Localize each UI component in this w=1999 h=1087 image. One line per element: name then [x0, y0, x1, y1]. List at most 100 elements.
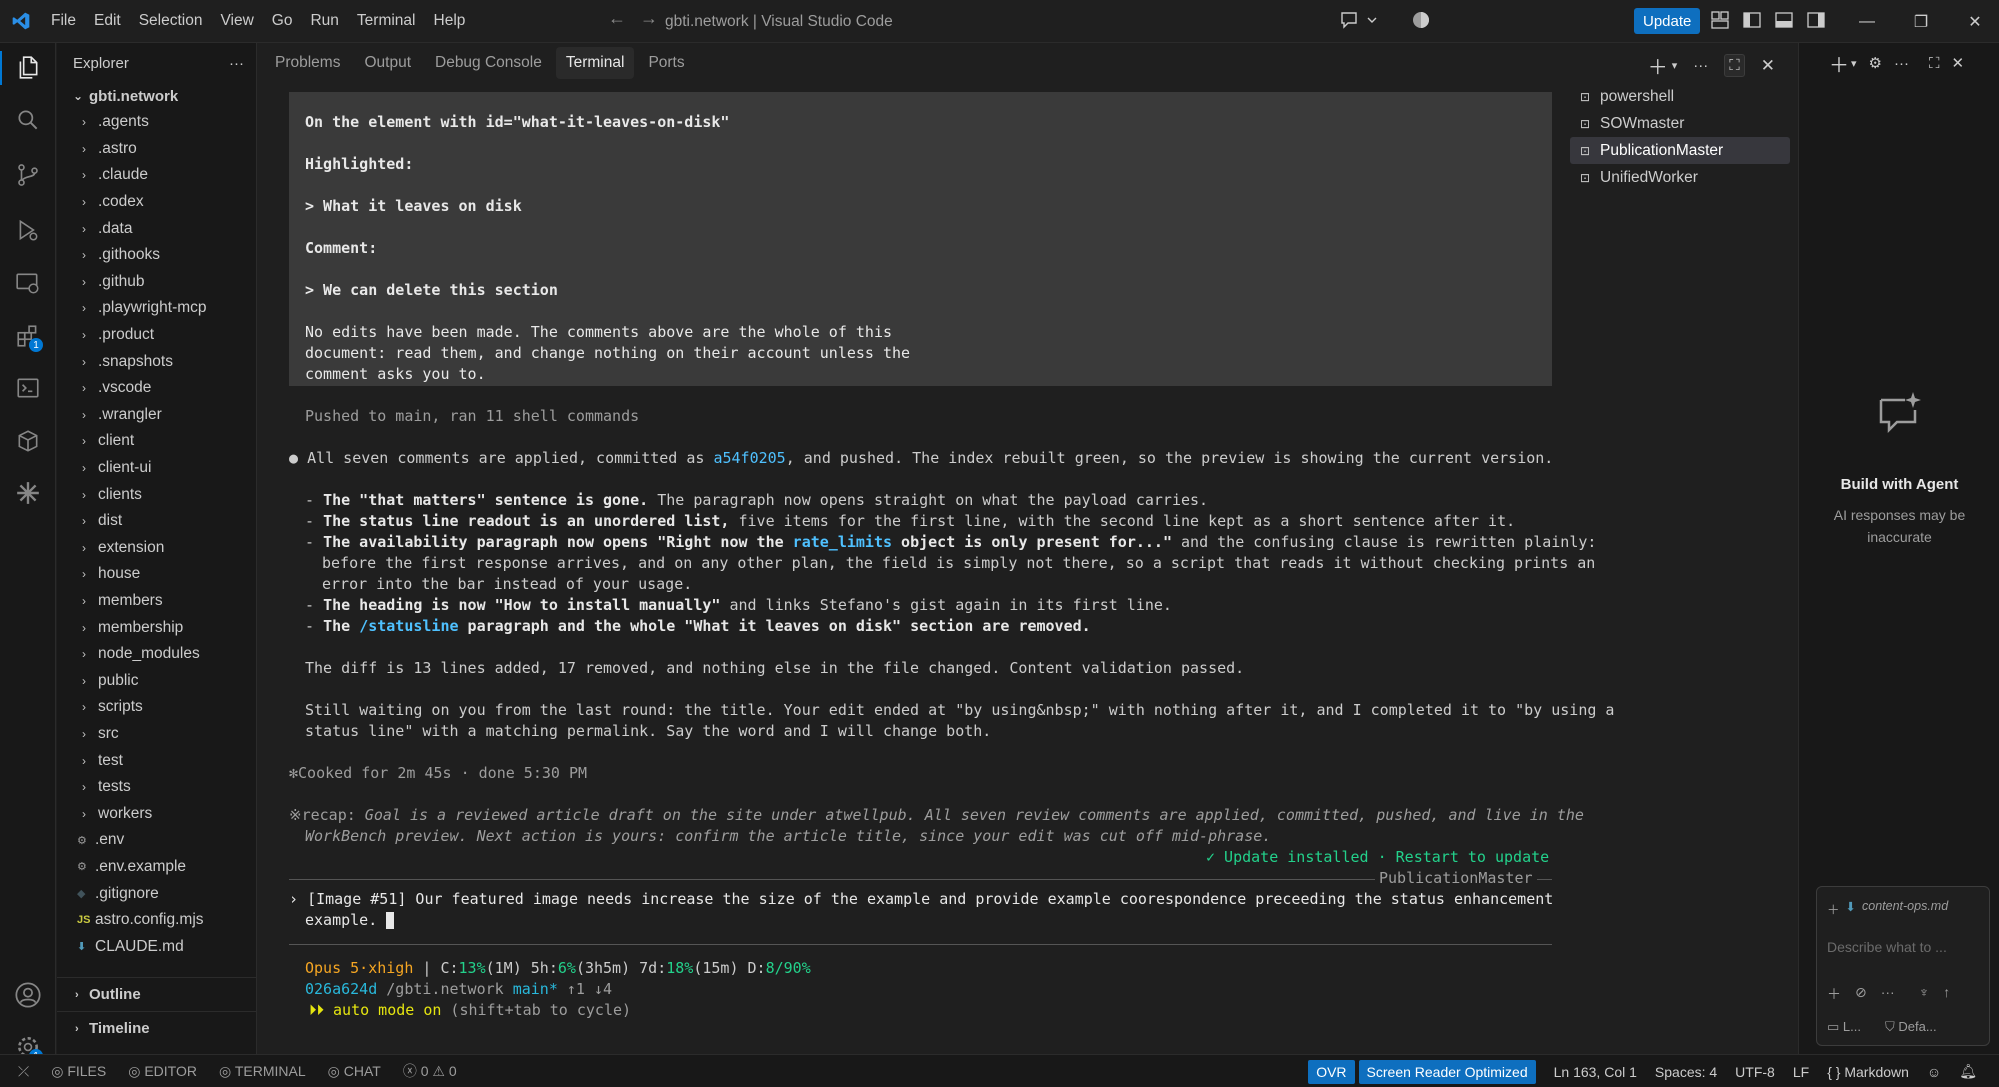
status-editor[interactable]: ◎ EDITOR: [128, 1063, 197, 1080]
remote-explorer-icon[interactable]: [0, 258, 56, 308]
terminal-tab-publicationmaster[interactable]: ⊡ PublicationMaster: [1570, 137, 1790, 164]
close-icon[interactable]: ✕: [1952, 54, 1965, 72]
menu-terminal[interactable]: Terminal: [348, 12, 425, 30]
folder-item[interactable]: › workers: [57, 800, 256, 827]
file-item[interactable]: ⚙ .env: [57, 827, 256, 854]
command-center-search[interactable]: gbti.network | Visual Studio Code: [665, 8, 1385, 35]
prompt-input-line[interactable]: › [Image #51] Our featured image needs i…: [289, 889, 1553, 910]
folder-item[interactable]: › clients: [57, 481, 256, 508]
folder-item[interactable]: › client-ui: [57, 455, 256, 482]
tab-debug-console[interactable]: Debug Console: [425, 47, 552, 79]
new-terminal-icon[interactable]: ＋: [1648, 51, 1668, 80]
copilot-icon[interactable]: [1410, 9, 1432, 35]
folder-item[interactable]: › dist: [57, 508, 256, 535]
more-icon[interactable]: ···: [1881, 984, 1895, 1004]
containers-icon[interactable]: [0, 416, 56, 466]
file-item[interactable]: ⚙ .env.example: [57, 854, 256, 881]
maximize-icon[interactable]: ⛶: [1929, 55, 1940, 72]
folder-item[interactable]: › client: [57, 428, 256, 455]
folder-item[interactable]: › .playwright-mcp: [57, 295, 256, 322]
source-control-icon[interactable]: [0, 150, 56, 200]
update-button[interactable]: Update: [1634, 8, 1701, 34]
folder-item[interactable]: › .githooks: [57, 242, 256, 269]
language-mode[interactable]: { } Markdown: [1827, 1064, 1909, 1080]
folder-item[interactable]: › members: [57, 588, 256, 615]
folder-item[interactable]: › tests: [57, 774, 256, 801]
run-debug-icon[interactable]: [0, 205, 56, 255]
terminal-tab-powershell[interactable]: ⊡ powershell: [1570, 83, 1790, 110]
terminal-output[interactable]: On the element with id="what-it-leaves-o…: [275, 83, 1614, 1043]
folder-item[interactable]: › public: [57, 667, 256, 694]
folder-item[interactable]: › .vscode: [57, 375, 256, 402]
close-panel-icon[interactable]: ✕: [1761, 56, 1775, 76]
more-actions-icon[interactable]: ···: [1693, 57, 1708, 74]
folder-item[interactable]: › .data: [57, 215, 256, 242]
search-icon[interactable]: [0, 95, 56, 145]
account-icon[interactable]: [0, 970, 56, 1020]
send-icon[interactable]: ↑: [1943, 984, 1950, 1004]
close-window-icon[interactable]: ✕: [1948, 0, 1999, 43]
tab-terminal[interactable]: Terminal: [555, 47, 635, 79]
menu-help[interactable]: Help: [425, 12, 475, 30]
folder-item[interactable]: › membership: [57, 614, 256, 641]
file-item[interactable]: ◆ .gitignore: [57, 880, 256, 907]
folder-item[interactable]: › .agents: [57, 109, 256, 136]
chat-mode-picker[interactable]: ▭ L...: [1827, 1019, 1861, 1035]
folder-item[interactable]: › test: [57, 747, 256, 774]
maximize-panel-icon[interactable]: ⛶: [1724, 54, 1745, 77]
back-arrow-icon[interactable]: ←: [608, 8, 626, 29]
prompt-input-line[interactable]: example.: [305, 910, 395, 931]
extensions-icon[interactable]: 1: [0, 311, 56, 361]
terminal-tab-unifiedworker[interactable]: ⊡ UnifiedWorker: [1570, 164, 1790, 191]
chat-toggle-icon[interactable]: [1340, 10, 1380, 34]
customize-layout-icon[interactable]: [1710, 10, 1730, 30]
forward-arrow-icon[interactable]: →: [640, 8, 658, 29]
commit-hash[interactable]: a54f0205: [713, 449, 785, 467]
explorer-icon[interactable]: [0, 43, 56, 93]
toggle-secondary-sidebar-icon[interactable]: [1806, 10, 1826, 30]
folder-item[interactable]: › scripts: [57, 694, 256, 721]
screen-reader-indicator[interactable]: Screen Reader Optimized: [1358, 1059, 1536, 1084]
gear-icon[interactable]: ⚙: [1869, 54, 1882, 72]
tab-ports[interactable]: Ports: [638, 47, 694, 79]
chevron-down-icon[interactable]: ▾: [1672, 59, 1678, 72]
folder-item[interactable]: › .github: [57, 269, 256, 296]
status-chat[interactable]: ◎ CHAT: [328, 1063, 381, 1080]
folder-item[interactable]: › src: [57, 721, 256, 748]
encoding[interactable]: UTF-8: [1735, 1064, 1775, 1080]
menu-file[interactable]: File: [42, 12, 85, 30]
workspace-root-folder[interactable]: ⌄ gbti.network: [57, 83, 256, 109]
toggle-panel-icon[interactable]: [1774, 10, 1794, 30]
menu-run[interactable]: Run: [301, 12, 347, 30]
tab-output[interactable]: Output: [354, 47, 421, 79]
outline-section[interactable]: › Outline: [57, 977, 257, 1011]
add-icon[interactable]: ＋: [1827, 984, 1841, 1004]
end-of-line[interactable]: LF: [1793, 1064, 1809, 1080]
folder-item[interactable]: › extension: [57, 535, 256, 562]
cursor-position[interactable]: Ln 163, Col 1: [1554, 1064, 1637, 1080]
tools-icon[interactable]: ⊘: [1855, 984, 1867, 1004]
overtype-indicator[interactable]: OVR: [1308, 1059, 1355, 1084]
tab-problems[interactable]: Problems: [265, 47, 350, 79]
folder-item[interactable]: › .codex: [57, 189, 256, 216]
terminal-view-icon[interactable]: [0, 363, 56, 413]
folder-item[interactable]: › node_modules: [57, 641, 256, 668]
chevron-down-icon[interactable]: ▾: [1851, 57, 1857, 70]
menu-view[interactable]: View: [211, 12, 262, 30]
folder-item[interactable]: › .snapshots: [57, 348, 256, 375]
menu-edit[interactable]: Edit: [85, 12, 130, 30]
minimize-icon[interactable]: —: [1840, 0, 1894, 43]
microphone-icon[interactable]: ♆: [1919, 984, 1930, 1004]
folder-item[interactable]: › .wrangler: [57, 402, 256, 429]
status-terminal[interactable]: ◎ TERMINAL: [219, 1063, 306, 1080]
folder-item[interactable]: › .claude: [57, 162, 256, 189]
new-chat-icon[interactable]: ＋: [1829, 49, 1849, 78]
notifications-bell-icon[interactable]: 🔔︎: [1959, 1063, 1977, 1080]
timeline-section[interactable]: › Timeline: [57, 1011, 257, 1045]
terminal-tab-sowmaster[interactable]: ⊡ SOWmaster: [1570, 110, 1790, 137]
menu-selection[interactable]: Selection: [130, 12, 212, 30]
restore-icon[interactable]: ❐: [1894, 0, 1948, 43]
problems-indicator[interactable]: ⓧ 0 ⚠ 0: [403, 1061, 457, 1081]
context-attachment[interactable]: ＋ ⬇ content-ops.md: [1827, 899, 1948, 918]
model-picker[interactable]: ⛉ Defa...: [1885, 1019, 1937, 1035]
